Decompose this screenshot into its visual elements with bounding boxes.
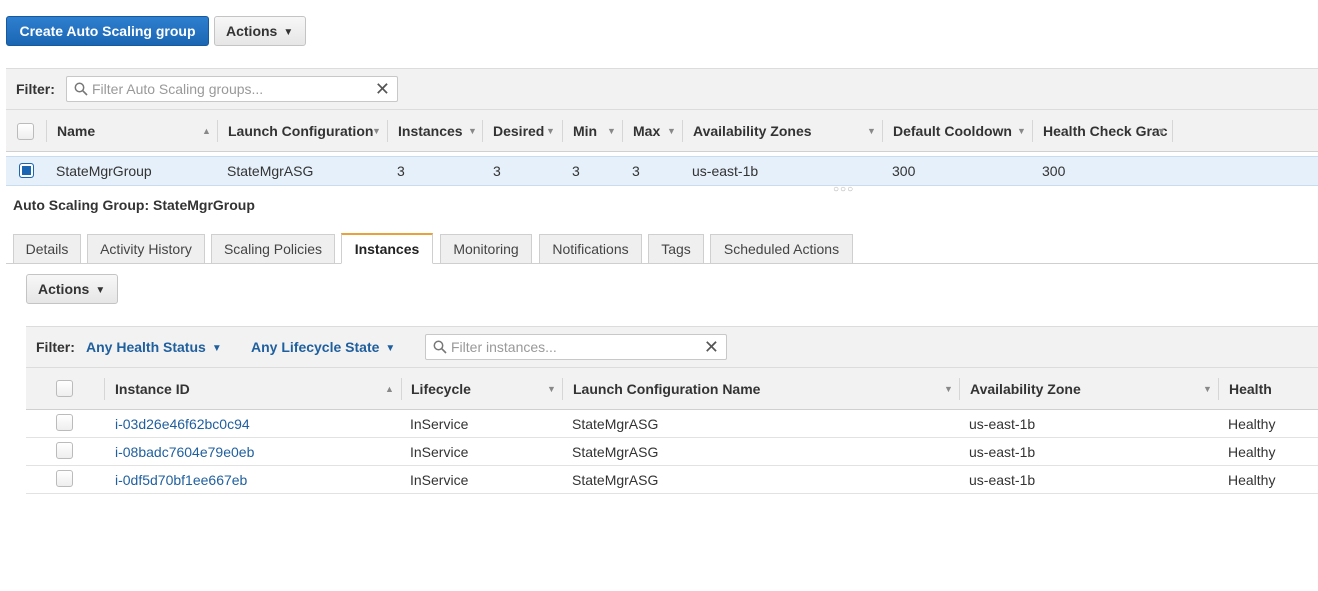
cell-availability-zone: us-east-1b (969, 444, 1036, 460)
resize-handle-icon[interactable]: ○○○ (833, 184, 854, 195)
cell-launch-configuration-name: StateMgrASG (572, 472, 659, 488)
column-header-health-status[interactable]: Health Status (1229, 368, 1318, 439)
close-icon[interactable]: ✕ (375, 79, 390, 100)
sort-icon[interactable]: ▼ (468, 110, 477, 152)
health-status-label: Any Health Status (86, 339, 206, 355)
actions-dropdown-button[interactable]: Actions ▼ (214, 16, 306, 46)
chevron-down-icon: ▼ (211, 343, 222, 354)
select-all-checkbox[interactable] (17, 123, 34, 140)
tab-monitoring[interactable]: Monitoring (440, 234, 532, 264)
row-checkbox[interactable] (19, 163, 34, 178)
instances-table-header: Instance ID ▲ Lifecycle ▼ Launch Configu… (26, 368, 1318, 439)
table-row[interactable]: StateMgrGroup StateMgrASG 3 3 3 3 us-eas… (6, 156, 1318, 186)
cell-health-status: Healthy (1228, 416, 1276, 432)
chevron-down-icon: ▼ (95, 285, 106, 296)
column-header-instance-id[interactable]: Instance ID (115, 368, 190, 410)
sort-icon[interactable]: ▼ (547, 368, 556, 410)
sort-icon[interactable]: ▼ (1157, 110, 1166, 152)
sort-ascending-icon[interactable]: ▲ (385, 368, 394, 410)
cell-default-cooldown: 300 (892, 163, 916, 179)
search-icon (433, 340, 447, 354)
cell-lifecycle: InService (410, 472, 469, 488)
column-header-health-check-grace[interactable]: Health Check Grac (1043, 110, 1168, 152)
column-header-launch-configuration-name[interactable]: Launch Configuration Name (573, 368, 760, 410)
tab-activity-history[interactable]: Activity History (87, 234, 205, 264)
cell-availability-zone: us-east-1b (969, 416, 1036, 432)
instances-filter-bar: Filter: Any Health Status ▼ Any Lifecycle… (26, 326, 1318, 368)
groups-table-header: Name ▲ Launch Configuration ▼ Instances … (6, 110, 1318, 152)
search-icon (74, 82, 88, 96)
instance-id-link[interactable]: i-08badc7604e79e0eb (115, 438, 254, 466)
column-header-lifecycle[interactable]: Lifecycle (411, 368, 471, 410)
column-header-name[interactable]: Name (57, 110, 95, 152)
cell-min: 3 (572, 163, 580, 179)
cell-lifecycle: InService (410, 416, 469, 432)
cell-health-check-grace: 300 (1042, 163, 1066, 179)
tab-scheduled-actions[interactable]: Scheduled Actions (710, 234, 853, 264)
chevron-down-icon: ▼ (385, 343, 396, 354)
actions-label: Actions (226, 23, 278, 39)
tab-notifications[interactable]: Notifications (539, 234, 642, 264)
instance-actions-dropdown-button[interactable]: Actions ▼ (26, 274, 118, 304)
instance-id-link[interactable]: i-03d26e46f62bc0c94 (115, 410, 250, 438)
cell-desired: 3 (493, 163, 501, 179)
sort-ascending-icon[interactable]: ▲ (202, 110, 211, 152)
search-placeholder: Filter instances... (451, 339, 557, 355)
column-header-default-cooldown[interactable]: Default Cooldown (893, 110, 1012, 152)
chevron-down-icon: ▼ (283, 27, 294, 38)
health-status-dropdown[interactable]: Any Health Status ▼ (86, 339, 222, 355)
group-detail-title: Auto Scaling Group: StateMgrGroup (13, 197, 255, 213)
table-row[interactable]: i-03d26e46f62bc0c94 InService StateMgrAS… (26, 410, 1318, 438)
close-icon[interactable]: ✕ (704, 337, 719, 358)
lifecycle-state-label: Any Lifecycle State (251, 339, 380, 355)
sort-icon[interactable]: ▼ (867, 110, 876, 152)
sort-icon[interactable]: ▼ (944, 368, 953, 410)
sort-icon[interactable]: ▼ (667, 110, 676, 152)
table-row[interactable]: i-0df5d70bf1ee667eb InService StateMgrAS… (26, 466, 1318, 494)
sort-icon[interactable]: ▼ (607, 110, 616, 152)
column-header-availability-zone[interactable]: Availability Zone (970, 368, 1081, 410)
tab-tags[interactable]: Tags (648, 234, 704, 264)
tab-instances[interactable]: Instances (341, 233, 433, 264)
column-header-desired[interactable]: Desired (493, 110, 544, 152)
select-all-checkbox[interactable] (56, 380, 73, 397)
row-checkbox[interactable] (56, 414, 73, 431)
instance-id-link[interactable]: i-0df5d70bf1ee667eb (115, 466, 247, 494)
tab-scaling-policies[interactable]: Scaling Policies (211, 234, 335, 264)
cell-launch-configuration-name: StateMgrASG (572, 416, 659, 432)
groups-filter-bar: Filter: Filter Auto Scaling groups... ✕ (6, 68, 1318, 110)
cell-name: StateMgrGroup (56, 163, 152, 179)
column-header-instances[interactable]: Instances (398, 110, 463, 152)
cell-instances: 3 (397, 163, 405, 179)
column-header-availability-zones[interactable]: Availability Zones (693, 110, 812, 152)
lifecycle-state-dropdown[interactable]: Any Lifecycle State ▼ (251, 339, 395, 355)
column-header-launch-configuration[interactable]: Launch Configuration (228, 110, 373, 152)
sort-icon[interactable]: ▼ (1203, 368, 1212, 410)
cell-availability-zones: us-east-1b (692, 163, 759, 179)
cell-launch-configuration-name: StateMgrASG (572, 444, 659, 460)
row-checkbox[interactable] (56, 442, 73, 459)
instances-search-input[interactable]: Filter instances... ✕ (425, 334, 727, 360)
filter-label: Filter: (36, 339, 75, 355)
create-auto-scaling-group-button[interactable]: Create Auto Scaling group (6, 16, 209, 46)
sort-icon[interactable]: ▼ (372, 110, 381, 152)
cell-availability-zone: us-east-1b (969, 472, 1036, 488)
search-placeholder: Filter Auto Scaling groups... (92, 81, 264, 97)
groups-search-input[interactable]: Filter Auto Scaling groups... ✕ (66, 76, 398, 102)
sort-icon[interactable]: ▼ (546, 110, 555, 152)
row-checkbox[interactable] (56, 470, 73, 487)
filter-label: Filter: (16, 81, 55, 97)
sort-icon[interactable]: ▼ (1017, 110, 1026, 152)
cell-health-status: Healthy (1228, 472, 1276, 488)
cell-health-status: Healthy (1228, 444, 1276, 460)
cell-max: 3 (632, 163, 640, 179)
cell-launch-configuration: StateMgrASG (227, 163, 314, 179)
column-header-min[interactable]: Min (573, 110, 597, 152)
table-row[interactable]: i-08badc7604e79e0eb InService StateMgrAS… (26, 438, 1318, 466)
column-header-max[interactable]: Max (633, 110, 660, 152)
cell-lifecycle: InService (410, 444, 469, 460)
tab-details[interactable]: Details (13, 234, 81, 264)
actions-label: Actions (38, 281, 90, 297)
